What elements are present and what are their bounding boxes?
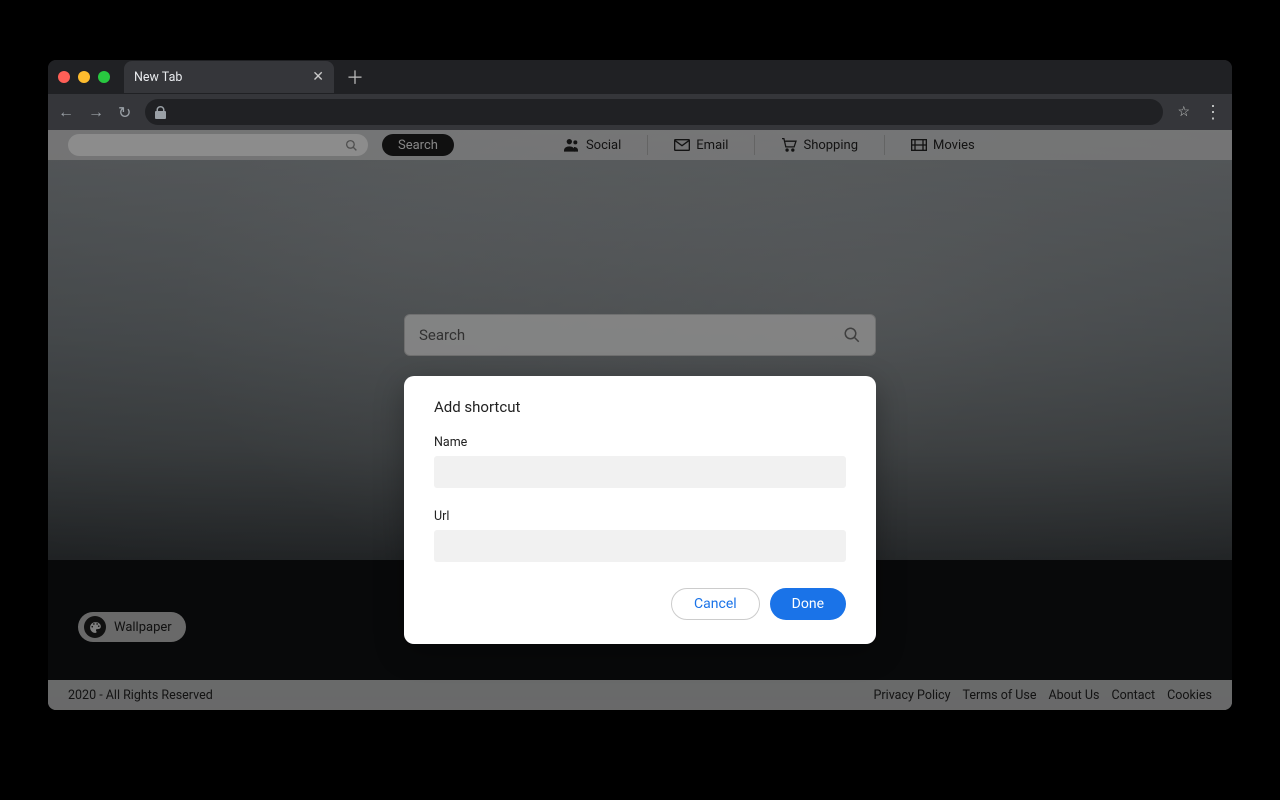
shortcut-url-input[interactable] [434,530,846,562]
add-shortcut-modal: Add shortcut Name Url Cancel Done [404,376,876,644]
lock-icon [155,106,166,119]
tab-title: New Tab [134,70,304,85]
address-bar: ← → ↻ ☆ ⋮ [48,94,1232,130]
browser-tab[interactable]: New Tab ✕ [124,61,334,93]
close-tab-icon[interactable]: ✕ [312,69,324,85]
shortcut-name-input[interactable] [434,456,846,488]
bookmark-star-icon[interactable]: ☆ [1177,104,1190,120]
url-label: Url [434,509,449,524]
new-tab-button[interactable]: ＋ [346,64,364,90]
address-field[interactable] [145,99,1163,125]
cancel-button[interactable]: Cancel [671,588,760,620]
name-label: Name [434,435,467,450]
modal-title: Add shortcut [434,398,846,416]
forward-icon[interactable]: → [88,102,104,122]
page-content: Search Social Email Shoppi [48,130,1232,710]
cancel-button-label: Cancel [694,596,737,612]
done-button-label: Done [792,596,824,612]
maximize-window-button[interactable] [98,71,110,83]
done-button[interactable]: Done [770,588,846,620]
tab-bar: New Tab ✕ ＋ [48,60,1232,94]
browser-window: New Tab ✕ ＋ ← → ↻ ☆ ⋮ S [48,60,1232,710]
menu-kebab-icon[interactable]: ⋮ [1204,102,1222,123]
window-controls [58,71,110,83]
back-icon[interactable]: ← [58,102,74,122]
modal-actions: Cancel Done [434,588,846,620]
close-window-button[interactable] [58,71,70,83]
reload-icon[interactable]: ↻ [118,103,131,122]
minimize-window-button[interactable] [78,71,90,83]
